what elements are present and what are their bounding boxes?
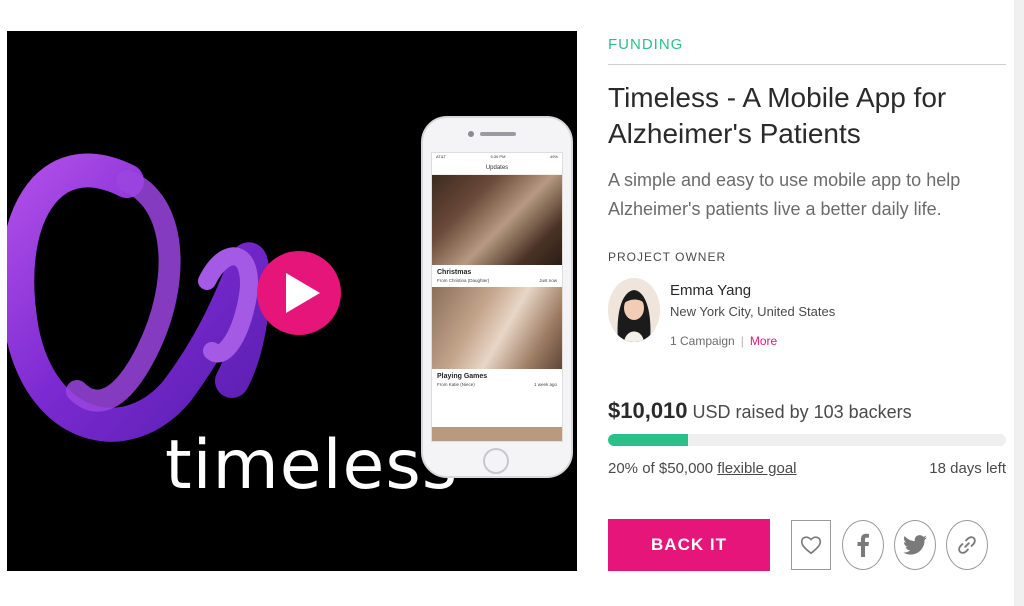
phone-tab-bar <box>432 427 562 441</box>
flexible-goal-link[interactable]: flexible goal <box>717 460 796 477</box>
facebook-share-button[interactable] <box>842 520 884 570</box>
category-label[interactable]: FUNDING <box>608 36 1006 53</box>
update-sender: From Christina (Daughter) <box>437 278 490 283</box>
back-it-button[interactable]: BACK IT <box>608 519 770 571</box>
play-button[interactable] <box>257 251 341 335</box>
campaign-count: 1 Campaign <box>670 334 735 348</box>
phone-mockup: AT&T 5:30 PM 49% Updates Christmas From … <box>421 116 573 478</box>
project-blurb: A simple and easy to use mobile app to h… <box>608 170 961 219</box>
status-battery: 49% <box>549 154 558 159</box>
page-scrollbar[interactable] <box>1014 0 1024 606</box>
funding-progress-bar <box>608 434 1006 446</box>
progress-fill <box>608 434 688 446</box>
days-text: days left <box>950 460 1006 477</box>
meta-separator: | <box>740 334 744 348</box>
timeless-wordmark: timeless <box>165 426 459 505</box>
days-number: 18 <box>929 460 946 477</box>
phone-app-title: Updates <box>432 161 562 175</box>
raised-text: USD raised by 103 backers <box>692 402 912 422</box>
campaign-info: FUNDING Timeless - A Mobile App for Alzh… <box>608 36 1006 571</box>
owner-meta: 1 Campaign | More <box>670 334 777 348</box>
status-time: 5:30 PM <box>490 154 506 159</box>
raised-amount: $10,010 <box>608 398 688 423</box>
heart-icon <box>800 536 822 555</box>
days-left: 18 days left <box>929 460 1006 477</box>
update-time: Just now <box>539 278 557 283</box>
project-title: Timeless - A Mobile App for Alzheimer's … <box>608 82 947 149</box>
update-title: Playing Games <box>437 373 488 380</box>
phone-status-bar: AT&T 5:30 PM 49% <box>432 153 562 161</box>
phone-screen: AT&T 5:30 PM 49% Updates Christmas From … <box>431 152 563 442</box>
update-title: Christmas <box>437 269 472 276</box>
project-owner-label: PROJECT OWNER <box>608 250 727 264</box>
more-link[interactable]: More <box>750 334 777 348</box>
copy-link-button[interactable] <box>946 520 988 570</box>
twitter-share-button[interactable] <box>894 520 936 570</box>
percent-funded: 20% <box>608 460 639 477</box>
phone-speaker <box>480 132 516 136</box>
owner-location: New York City, United States <box>670 304 836 319</box>
project-video[interactable]: timeless AT&T 5:30 PM 49% Updates Christ… <box>7 31 577 571</box>
christmas-photo <box>432 175 562 265</box>
phone-camera <box>468 131 474 137</box>
update-sender: From Katie (Niece) <box>437 382 475 387</box>
goal-summary: 20% of $50,000 flexible goal <box>608 460 797 477</box>
link-icon <box>958 536 976 554</box>
twitter-icon <box>903 535 927 555</box>
play-icon <box>286 273 320 313</box>
goal-amount: of $50,000 <box>642 460 714 477</box>
divider <box>608 64 1006 65</box>
avatar-image <box>608 278 660 342</box>
update-time: 1 week ago <box>533 382 557 387</box>
owner-avatar[interactable] <box>608 278 660 342</box>
family-photo <box>432 287 562 369</box>
follow-button[interactable] <box>791 520 831 570</box>
owner-name[interactable]: Emma Yang <box>670 282 751 299</box>
raised-summary: $10,010 USD raised by 103 backers <box>608 398 912 424</box>
status-carrier: AT&T <box>436 154 446 159</box>
facebook-icon <box>857 533 869 557</box>
update-card: Christmas From Christina (Daughter) Just… <box>432 265 562 287</box>
update-card: Playing Games From Katie (Niece) 1 week … <box>432 369 562 391</box>
phone-home-button <box>483 448 509 474</box>
